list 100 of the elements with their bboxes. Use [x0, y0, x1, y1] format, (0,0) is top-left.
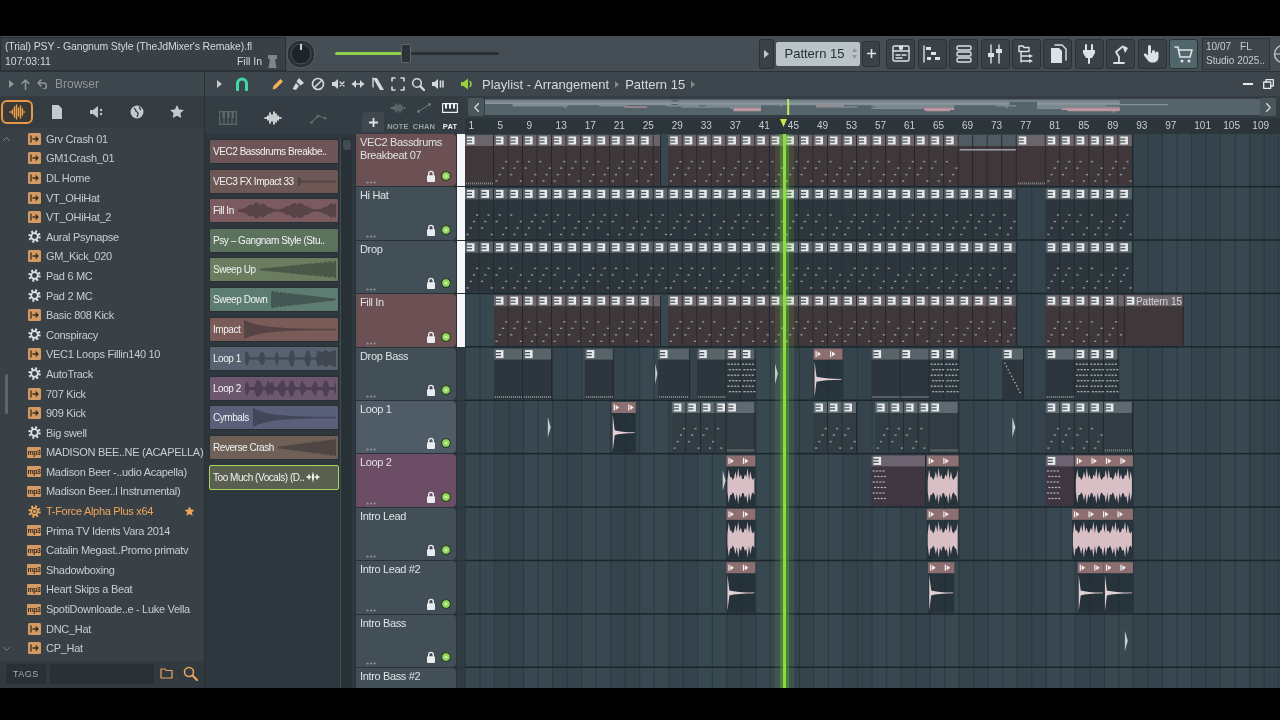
clip-item[interactable]: Sweep Up	[209, 257, 339, 283]
track-header[interactable]: Intro Bass	[356, 614, 456, 667]
folder-icon[interactable]	[159, 668, 173, 679]
browser-item[interactable]: Pad 6 MC	[12, 266, 204, 286]
pattern-selector[interactable]: Pattern 15	[776, 41, 861, 66]
toolbar-button[interactable]	[1106, 38, 1136, 69]
track-header[interactable]: Hi Hat	[356, 187, 456, 240]
clip-item[interactable]: Fill In	[209, 198, 339, 224]
knob[interactable]	[286, 38, 316, 69]
clip-item[interactable]: Reverse Crash	[209, 434, 339, 460]
gear-icon	[28, 269, 41, 283]
volume-thumb[interactable]	[400, 44, 411, 63]
waveform-preview-icon	[259, 259, 336, 281]
arrow-tile-icon	[28, 642, 41, 655]
status-dot-icon[interactable]	[441, 598, 451, 609]
scroll-right-button[interactable]	[1260, 98, 1276, 116]
pattern-menu-button[interactable]	[759, 38, 775, 69]
track-header[interactable]: Loop 2	[356, 454, 456, 507]
breadcrumb-link[interactable]: Pattern 15	[625, 76, 686, 92]
clip-item[interactable]: VEC3 FX Impact 33	[209, 168, 339, 194]
clip-item[interactable]: Impact	[209, 316, 339, 342]
add-pattern-button[interactable]	[862, 40, 881, 67]
track-header[interactable]: Fill In	[356, 294, 456, 347]
more-icon[interactable]	[366, 234, 376, 238]
browser-item[interactable]: Basic 808 Kick	[12, 305, 204, 325]
scroll-left-button[interactable]	[468, 98, 484, 116]
browser-tab[interactable]	[1, 100, 33, 124]
lock-icon[interactable]	[426, 544, 436, 557]
status-dot-icon[interactable]	[441, 331, 451, 342]
restore-button[interactable]	[1260, 76, 1276, 92]
search-icon[interactable]	[182, 666, 198, 681]
lock-icon[interactable]	[426, 490, 436, 503]
track-header[interactable]: Intro Lead	[356, 507, 456, 561]
status-dot-icon[interactable]	[441, 491, 451, 502]
lock-icon[interactable]	[426, 597, 436, 610]
lock-icon[interactable]	[426, 650, 436, 663]
track-header[interactable]: VEC2 Bassdrums Breakbeat 07	[356, 134, 456, 187]
toolbar-button[interactable]	[917, 38, 947, 69]
status-dot-icon[interactable]	[441, 545, 451, 556]
add-track-button[interactable]	[362, 112, 384, 132]
clip-item[interactable]: Cymbals	[209, 405, 339, 431]
lock-icon[interactable]	[426, 330, 436, 343]
browser-item[interactable]: AutoTrack	[12, 364, 204, 384]
browser-item[interactable]: GM1Crash_01	[12, 148, 204, 169]
tags-button[interactable]: TAGS	[6, 663, 46, 684]
browser-item[interactable]: Pad 2 MC	[12, 285, 204, 306]
toolbar-button[interactable]	[980, 38, 1010, 69]
clip-item[interactable]: Psy – Gangnam Style (Stu..	[209, 227, 339, 253]
scrollbar-thumb[interactable]	[4, 374, 8, 414]
more-icon[interactable]	[366, 288, 376, 292]
status-dot-icon[interactable]	[441, 651, 451, 662]
clip-item[interactable]: VEC2 Bassdrums Breakbe..	[209, 139, 339, 164]
browser-item[interactable]: 909 Kick	[12, 403, 204, 423]
track-header[interactable]: Drop	[356, 240, 456, 294]
track-header[interactable]: Intro Lead #2	[356, 561, 456, 614]
lock-icon[interactable]	[426, 223, 436, 236]
lock-icon[interactable]	[426, 277, 436, 290]
more-icon[interactable]	[366, 608, 376, 612]
track-header[interactable]: Loop 1	[356, 400, 456, 454]
browser-item[interactable]: 707 Kick	[12, 383, 204, 404]
globe-icon	[129, 104, 145, 120]
clip-item[interactable]: Sweep Down	[209, 286, 339, 312]
browser-item[interactable]: GM_Kick_020	[12, 246, 204, 267]
toolbar-button[interactable]	[1074, 38, 1104, 69]
more-icon[interactable]	[366, 555, 376, 559]
status-dot-icon[interactable]	[441, 384, 451, 395]
lock-icon[interactable]	[426, 437, 436, 450]
lock-icon[interactable]	[426, 383, 436, 396]
track-name: Loop 2	[360, 456, 393, 470]
clip-item[interactable]: Loop 1	[209, 346, 339, 372]
toolbar-button[interactable]	[1043, 38, 1073, 69]
tool-button[interactable]	[388, 74, 408, 94]
scrollbar-thumb[interactable]	[342, 140, 351, 150]
toolbar-button[interactable]	[1012, 38, 1042, 69]
browser-item[interactable]: Big swell	[12, 422, 204, 443]
toolbar-button[interactable]	[1137, 38, 1167, 69]
toolbar-button[interactable]	[886, 38, 916, 69]
browser-item[interactable]: VT_OHiHat	[12, 187, 204, 208]
more-icon[interactable]	[366, 394, 376, 398]
track-header[interactable]: Drop Bass	[356, 347, 456, 400]
browser-item[interactable]: Conspiracy	[12, 324, 204, 345]
browser-item[interactable]: DNC_Hat	[12, 618, 204, 639]
toolbar-button[interactable]	[949, 38, 979, 69]
toolbar-button[interactable]	[1169, 38, 1198, 69]
status-dot-icon[interactable]	[441, 171, 451, 182]
clip-item[interactable]: Loop 2	[209, 375, 339, 401]
track-header[interactable]: Intro Bass #2	[356, 667, 456, 688]
browser-item[interactable]: DL Home	[12, 168, 204, 188]
status-dot-icon[interactable]	[441, 278, 451, 289]
lock-icon[interactable]	[426, 170, 436, 183]
browser-item[interactable]: T-Force Alpha Plus x64	[12, 501, 204, 521]
more-icon[interactable]	[366, 661, 376, 665]
browser-item[interactable]: Grv Crash 01	[12, 129, 204, 149]
browser-item[interactable]: VT_OHiHat_2	[12, 207, 204, 227]
status-dot-icon[interactable]	[441, 224, 451, 235]
browser-item[interactable]: VEC1 Loops Fillin140 10	[12, 344, 204, 365]
clip-item[interactable]: Too Much (Vocals) (D..	[209, 464, 339, 490]
status-dot-icon[interactable]	[441, 438, 451, 449]
browser-item[interactable]: Aural Psynapse	[12, 226, 204, 247]
browser-item[interactable]: CP_Hat	[12, 638, 204, 659]
